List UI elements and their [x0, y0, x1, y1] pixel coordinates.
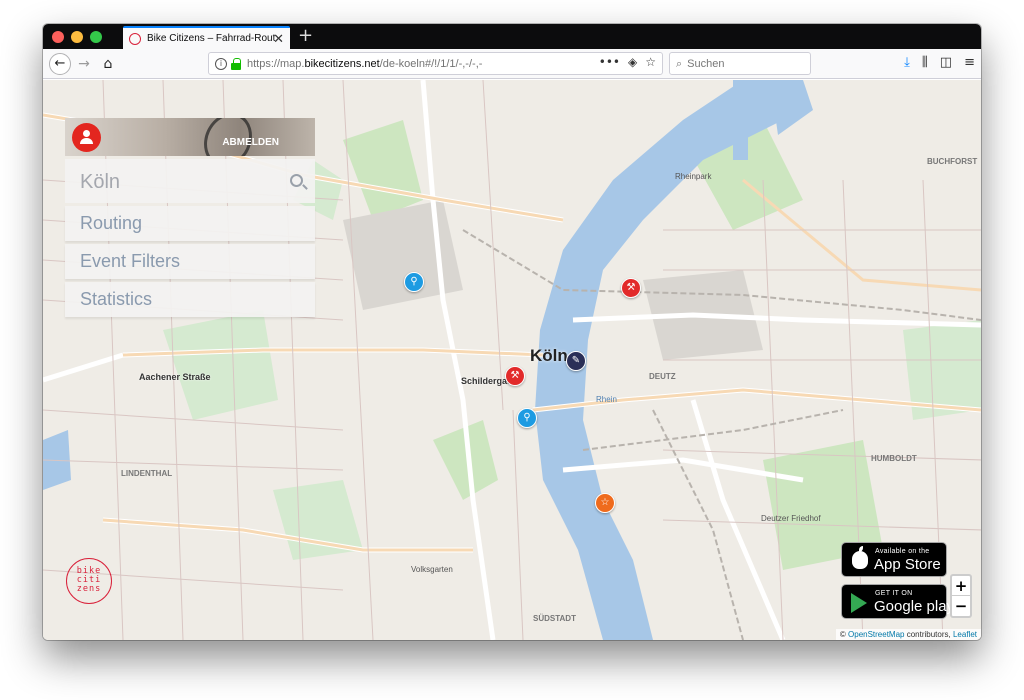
browser-window: Bike Citizens – Fahrrad-Routenplaner ✕ +… [43, 24, 981, 640]
sidebar-panel: ABMELDEN Köln Routing Event Filters Stat… [65, 118, 315, 317]
search-input[interactable]: ⌕ Suchen [669, 52, 811, 75]
map-label-humboldt: HUMBOLDT [871, 454, 917, 463]
star-marker-icon[interactable]: ☆ [595, 493, 615, 513]
forward-button[interactable]: → [73, 53, 95, 75]
apple-icon [852, 546, 868, 569]
tab-close-icon[interactable]: ✕ [273, 31, 284, 47]
map-label-buchforst: BUCHFORST [927, 157, 978, 166]
library-icon[interactable]: ⫼ [922, 55, 928, 70]
bike-marker-icon[interactable]: ⚲ [517, 408, 537, 428]
info-icon[interactable]: i [215, 57, 227, 70]
map-label-suedstadt: SÜDSTADT [533, 614, 576, 623]
map-label-volksgarten: Volksgarten [411, 565, 453, 574]
google-play-icon [851, 593, 867, 613]
logout-button[interactable]: ABMELDEN [222, 137, 279, 148]
profile-header: ABMELDEN [65, 118, 315, 156]
navigation-toolbar: ← → ⌂ i https://map.bikecitizens.net/de-… [43, 49, 981, 79]
event-marker-icon[interactable]: ✎ [566, 351, 586, 371]
zoom-control: + − [950, 574, 972, 618]
map-label-aachener-strasse: Aachener Straße [139, 372, 211, 382]
user-avatar-icon[interactable] [72, 123, 101, 152]
bike-marker-icon[interactable]: ⚲ [404, 272, 424, 292]
sidebar-toggle-icon[interactable]: ◫ [940, 55, 952, 70]
back-button[interactable]: ← [49, 53, 71, 75]
close-window-button[interactable] [52, 31, 64, 43]
google-play-badge[interactable]: GET IT ON Google play [841, 584, 954, 619]
map-label-rhein: Rhein [596, 395, 617, 404]
city-search-field[interactable]: Köln [65, 159, 315, 203]
lock-icon [231, 57, 241, 70]
app-store-badge[interactable]: Available on the App Store [841, 542, 947, 577]
map-label-deutzer-friedhof: Deutzer Friedhof [761, 514, 821, 523]
search-icon[interactable] [290, 174, 303, 187]
minimize-window-button[interactable] [71, 31, 83, 43]
rail-yard [343, 200, 463, 310]
menu-item-routing[interactable]: Routing [65, 206, 315, 241]
new-tab-button[interactable]: + [298, 25, 313, 46]
search-icon: ⌕ [676, 56, 683, 70]
map-label-lindenthal: LINDENTHAL [121, 469, 173, 478]
leaflet-link[interactable]: Leaflet [953, 630, 977, 639]
bike-citizens-favicon-icon [129, 32, 141, 45]
construction-marker-icon[interactable]: ⚒ [505, 366, 525, 386]
construction-marker-icon[interactable]: ⚒ [621, 278, 641, 298]
zoom-out-button[interactable]: − [952, 596, 970, 616]
url-bar[interactable]: i https://map.bikecitizens.net/de-koeln#… [208, 52, 663, 75]
openstreetmap-link[interactable]: OpenStreetMap [848, 630, 904, 639]
menu-item-event-filters[interactable]: Event Filters [65, 244, 315, 279]
download-icon[interactable]: ⤓ [904, 55, 910, 70]
page-actions-icon[interactable]: ••• [599, 55, 620, 69]
zoom-window-button[interactable] [90, 31, 102, 43]
map-label-koeln: Köln [530, 346, 568, 365]
pocket-icon[interactable]: ◈ [628, 55, 637, 69]
map-canvas[interactable]: Köln Schildergasse Aachener Straße DEUTZ… [43, 80, 981, 640]
tab-title: Bike Citizens – Fahrrad-Routenplaner [147, 33, 275, 44]
bookmark-star-icon[interactable]: ☆ [645, 55, 656, 69]
tab-bike-citizens[interactable]: Bike Citizens – Fahrrad-Routenplaner ✕ [123, 26, 290, 49]
home-button[interactable]: ⌂ [97, 53, 119, 75]
search-placeholder: Suchen [687, 57, 725, 70]
bike-citizens-logo: bike citi zens [66, 558, 112, 604]
url-text[interactable]: https://map.bikecitizens.net/de-koeln#/!… [247, 58, 482, 70]
city-search-value: Köln [80, 171, 121, 193]
title-bar: Bike Citizens – Fahrrad-Routenplaner ✕ + [43, 24, 981, 49]
map-label-rheinpark: Rheinpark [675, 172, 712, 181]
hamburger-menu-icon[interactable]: ≡ [964, 55, 975, 70]
menu-item-statistics[interactable]: Statistics [65, 282, 315, 317]
map-label-deutz: DEUTZ [649, 372, 676, 381]
map-attribution: © OpenStreetMap contributors, Leaflet [835, 629, 981, 640]
zoom-in-button[interactable]: + [952, 576, 970, 596]
harbor-basin [733, 80, 748, 160]
